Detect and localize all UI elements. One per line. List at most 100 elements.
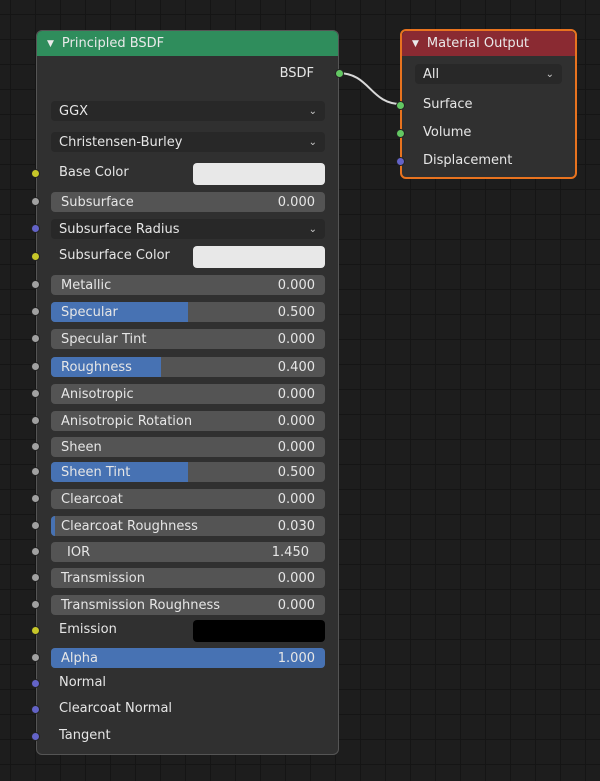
field-value: 1.450 bbox=[271, 544, 309, 560]
emission-socket[interactable] bbox=[31, 626, 40, 635]
specular-tint-socket[interactable] bbox=[31, 334, 40, 343]
collapse-triangle-icon[interactable]: ▼ bbox=[47, 39, 54, 49]
subsurface-method-dropdown[interactable]: Christensen-Burley ⌄ bbox=[51, 132, 325, 152]
metallic-slider[interactable]: Metallic 0.000 bbox=[51, 275, 325, 295]
displacement-input-socket[interactable] bbox=[396, 157, 405, 166]
dropdown-value: All bbox=[423, 66, 440, 82]
field-value: 1.000 bbox=[277, 650, 315, 666]
emission-label: Emission bbox=[59, 622, 117, 637]
tangent-label: Tangent bbox=[59, 728, 111, 743]
field-label: Roughness bbox=[61, 359, 132, 375]
ior-socket[interactable] bbox=[31, 547, 40, 556]
clearcoat-roughness-slider[interactable]: Clearcoat Roughness 0.030 bbox=[51, 516, 325, 536]
subsurface-color-color-swatch[interactable] bbox=[193, 246, 325, 268]
bsdf-output-socket[interactable] bbox=[335, 69, 344, 78]
principled-bsdf-node[interactable]: ▼ Principled BSDF BSDF GGX ⌄ Christensen-B… bbox=[31, 30, 344, 755]
transmission-socket[interactable] bbox=[31, 573, 40, 582]
field-value: 0.000 bbox=[277, 194, 315, 210]
field-label: Transmission Roughness bbox=[61, 597, 221, 613]
sheen-tint-socket[interactable] bbox=[31, 467, 40, 476]
alpha-socket[interactable] bbox=[31, 653, 40, 662]
normal-label: Normal bbox=[59, 675, 107, 690]
ior-slider[interactable]: IOR 1.450 bbox=[51, 542, 325, 562]
node-title: Material Output bbox=[426, 36, 530, 51]
field-value: 0.000 bbox=[277, 277, 315, 293]
transmission-roughness-slider[interactable]: Transmission Roughness 0.000 bbox=[51, 595, 325, 615]
subsurface-color-label: Subsurface Color bbox=[59, 248, 170, 263]
sheen-socket[interactable] bbox=[31, 442, 40, 451]
field-value: 0.030 bbox=[277, 518, 315, 534]
anisotropic-rotation-slider[interactable]: Anisotropic Rotation 0.000 bbox=[51, 411, 325, 431]
anisotropic-rotation-socket[interactable] bbox=[31, 416, 40, 425]
subsurface-color-socket[interactable] bbox=[31, 252, 40, 261]
specular-slider[interactable]: Specular 0.500 bbox=[51, 302, 325, 322]
base-color-color-swatch[interactable] bbox=[193, 163, 325, 185]
field-label: Clearcoat Roughness bbox=[61, 518, 198, 534]
field-label: Transmission bbox=[61, 570, 145, 586]
transmission-roughness-socket[interactable] bbox=[31, 600, 40, 609]
transmission-slider[interactable]: Transmission 0.000 bbox=[51, 568, 325, 588]
dropdown-value: Christensen-Burley bbox=[59, 134, 183, 150]
subsurface-socket[interactable] bbox=[31, 197, 40, 206]
subsurface-radius-dropdown[interactable]: Subsurface Radius ⌄ bbox=[51, 219, 325, 239]
field-value: 0.400 bbox=[277, 359, 315, 375]
field-label: Anisotropic Rotation bbox=[61, 413, 193, 429]
anisotropic-socket[interactable] bbox=[31, 389, 40, 398]
chevron-down-icon: ⌄ bbox=[308, 223, 317, 235]
target-dropdown[interactable]: All ⌄ bbox=[415, 64, 562, 84]
base-color-socket[interactable] bbox=[31, 169, 40, 178]
clearcoat-normal-label: Clearcoat Normal bbox=[59, 701, 173, 716]
volume-label: Volume bbox=[423, 125, 472, 140]
subsurface-slider[interactable]: Subsurface 0.000 bbox=[51, 192, 325, 212]
material-output-node[interactable]: ▼ Material Output All ⌄ Surface Volume Displ… bbox=[396, 29, 577, 179]
roughness-slider[interactable]: Roughness 0.400 bbox=[51, 357, 325, 377]
field-value: 0.000 bbox=[277, 570, 315, 586]
field-label: Sheen Tint bbox=[61, 464, 131, 480]
node-header[interactable]: ▼ Principled BSDF bbox=[37, 31, 338, 56]
field-value: 0.000 bbox=[277, 413, 315, 429]
field-label: Clearcoat bbox=[61, 491, 123, 507]
field-label: Specular Tint bbox=[61, 331, 147, 347]
field-label: Specular bbox=[61, 304, 118, 320]
clearcoat-roughness-socket[interactable] bbox=[31, 521, 40, 530]
field-label: Metallic bbox=[61, 277, 112, 293]
field-value: 0.000 bbox=[277, 491, 315, 507]
sheen-slider[interactable]: Sheen 0.000 bbox=[51, 437, 325, 457]
output-label-bsdf: BSDF bbox=[279, 66, 314, 81]
clearcoat-socket[interactable] bbox=[31, 494, 40, 503]
chevron-down-icon: ⌄ bbox=[308, 136, 317, 148]
field-value: 0.500 bbox=[277, 464, 315, 480]
roughness-socket[interactable] bbox=[31, 362, 40, 371]
metallic-socket[interactable] bbox=[31, 280, 40, 289]
subsurface-radius-socket[interactable] bbox=[31, 224, 40, 233]
chevron-down-icon: ⌄ bbox=[308, 105, 317, 117]
field-label: IOR bbox=[67, 544, 91, 560]
field-value: 0.000 bbox=[277, 597, 315, 613]
field-label: Anisotropic bbox=[61, 386, 134, 402]
anisotropic-slider[interactable]: Anisotropic 0.000 bbox=[51, 384, 325, 404]
surface-label: Surface bbox=[423, 97, 473, 112]
specular-tint-slider[interactable]: Specular Tint 0.000 bbox=[51, 329, 325, 349]
field-label: Sheen bbox=[61, 439, 102, 455]
clearcoat-normal-socket[interactable] bbox=[31, 705, 40, 714]
field-label: Alpha bbox=[61, 650, 98, 666]
normal-socket[interactable] bbox=[31, 679, 40, 688]
specular-socket[interactable] bbox=[31, 307, 40, 316]
distribution-dropdown[interactable]: GGX ⌄ bbox=[51, 101, 325, 121]
collapse-triangle-icon[interactable]: ▼ bbox=[412, 39, 419, 49]
surface-input-socket[interactable] bbox=[396, 101, 405, 110]
emission-color-swatch[interactable] bbox=[193, 620, 325, 642]
dropdown-value: GGX bbox=[59, 103, 89, 119]
slider-fill bbox=[51, 516, 55, 536]
field-value: 0.500 bbox=[277, 304, 315, 320]
alpha-slider[interactable]: Alpha 1.000 bbox=[51, 648, 325, 668]
chevron-down-icon: ⌄ bbox=[545, 68, 554, 80]
clearcoat-slider[interactable]: Clearcoat 0.000 bbox=[51, 489, 325, 509]
volume-input-socket[interactable] bbox=[396, 129, 405, 138]
field-value: 0.000 bbox=[277, 386, 315, 402]
tangent-socket[interactable] bbox=[31, 732, 40, 741]
sheen-tint-slider[interactable]: Sheen Tint 0.500 bbox=[51, 462, 325, 482]
field-label: Subsurface bbox=[61, 194, 134, 210]
field-label: Subsurface Radius bbox=[59, 221, 180, 237]
node-header[interactable]: ▼ Material Output bbox=[402, 31, 575, 56]
